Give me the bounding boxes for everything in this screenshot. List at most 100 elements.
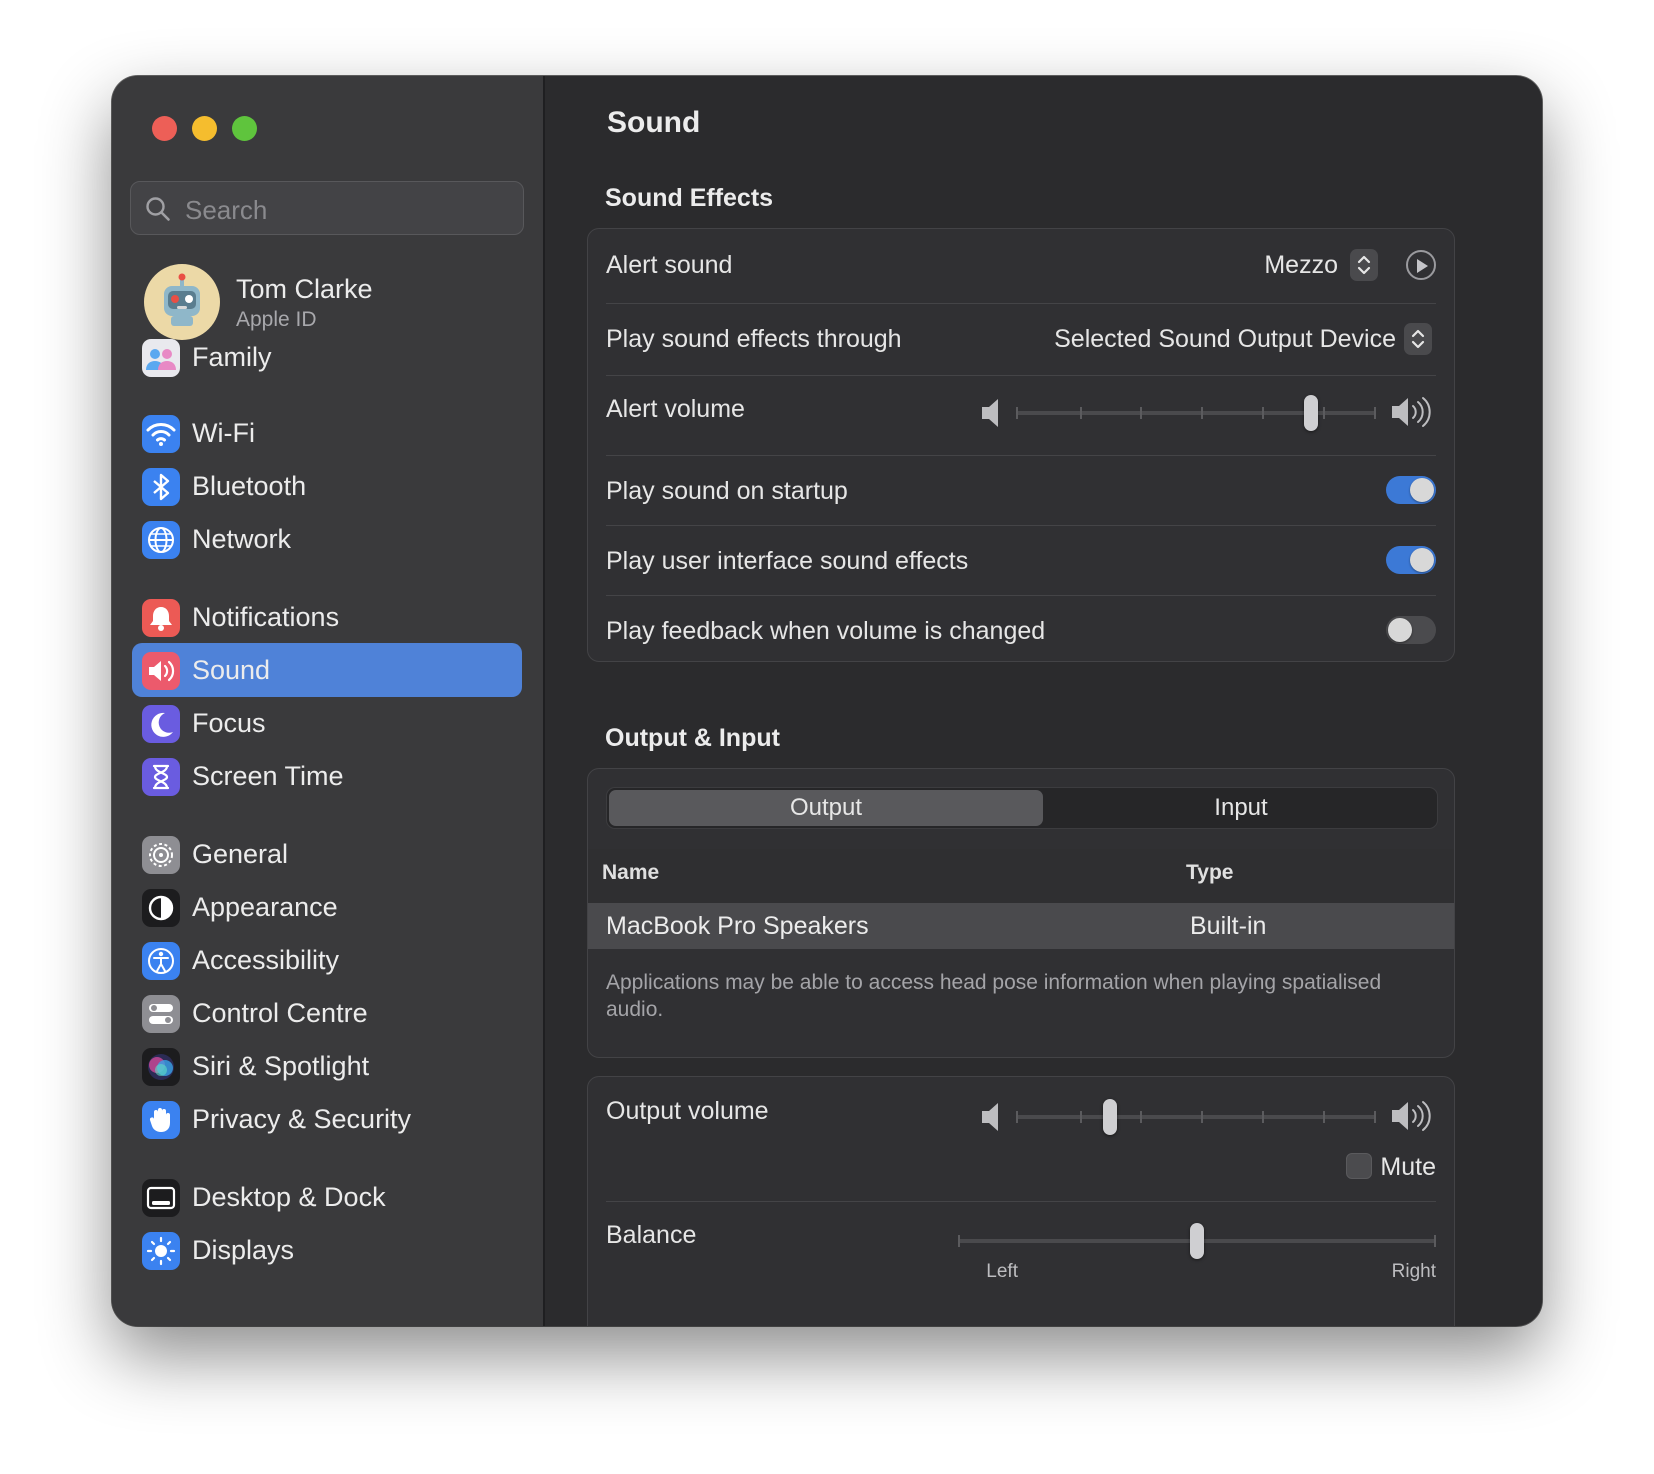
sidebar-label-accessibility: Accessibility — [192, 945, 340, 975]
balance-right-label: Right — [1391, 1261, 1436, 1282]
output-input-segmented-control: Output Input — [606, 787, 1438, 829]
column-name-header[interactable]: Name — [602, 861, 659, 885]
output-volume-slider[interactable] — [1016, 1099, 1376, 1135]
globe-icon — [142, 521, 180, 559]
wifi-icon — [142, 415, 180, 453]
tab-output[interactable]: Output — [609, 790, 1043, 826]
sidebar-item-focus[interactable]: Focus — [132, 696, 522, 750]
minimize-button[interactable] — [192, 116, 217, 141]
balance-row: Balance Left Right — [606, 1201, 1436, 1321]
sidebar-item-wifi[interactable]: Wi-Fi — [132, 406, 522, 460]
sidebar-item-family[interactable]: Family — [132, 330, 522, 384]
balance-slider[interactable] — [958, 1223, 1436, 1259]
ui-sounds-row: Play user interface sound effects — [606, 525, 1436, 596]
siri-icon — [142, 1048, 180, 1086]
play-through-label: Play sound effects through — [606, 325, 902, 353]
sidebar-item-appearance[interactable]: Appearance — [132, 880, 522, 934]
play-through-row: Play sound effects through Selected Soun… — [606, 303, 1436, 376]
family-icon — [142, 339, 180, 377]
startup-sound-toggle[interactable] — [1386, 476, 1436, 504]
speaker-icon — [142, 652, 180, 690]
sidebar-label-bluetooth: Bluetooth — [192, 471, 307, 501]
search-field[interactable]: Search — [130, 181, 524, 235]
mute-checkbox[interactable] — [1346, 1153, 1372, 1179]
sidebar-item-notifications[interactable]: Notifications — [132, 590, 522, 644]
balance-label: Balance — [606, 1221, 697, 1249]
alert-volume-label: Alert volume — [606, 395, 745, 423]
sidebar-item-accessibility[interactable]: Accessibility — [132, 933, 522, 987]
output-volume-row: Output volume Mute — [606, 1077, 1436, 1202]
device-name: MacBook Pro Speakers — [606, 912, 869, 940]
feedback-label: Play feedback when volume is changed — [606, 617, 1046, 645]
sun-icon — [142, 1232, 180, 1270]
feedback-toggle[interactable] — [1386, 616, 1436, 644]
volume-high-icon — [1392, 1101, 1431, 1131]
tab-input[interactable]: Input — [1047, 790, 1435, 826]
alert-volume-slider[interactable] — [1016, 395, 1376, 431]
hourglass-icon — [142, 758, 180, 796]
profile-subtitle: Apple ID — [236, 308, 317, 331]
play-through-value[interactable]: Selected Sound Output Device — [1054, 325, 1396, 354]
startup-sound-label: Play sound on startup — [606, 477, 848, 505]
page-title: Sound — [607, 106, 701, 139]
sidebar-label-screen-time: Screen Time — [192, 761, 344, 791]
sidebar-label-focus: Focus — [192, 708, 266, 738]
mute-label: Mute — [1380, 1153, 1436, 1181]
output-volume-thumb[interactable] — [1102, 1099, 1117, 1135]
zoom-button[interactable] — [232, 116, 257, 141]
sidebar-item-privacy-security[interactable]: Privacy & Security — [132, 1092, 522, 1146]
sidebar-item-bluetooth[interactable]: Bluetooth — [132, 459, 522, 513]
sidebar-item-network[interactable]: Network — [132, 512, 522, 566]
volume-group: Output volume Mute Balance Left Right — [587, 1076, 1455, 1326]
sidebar-item-control-centre[interactable]: Control Centre — [132, 986, 522, 1040]
spatial-audio-note: Applications may be able to access head … — [606, 971, 1382, 1021]
volume-low-icon — [982, 1103, 998, 1131]
output-input-group: Output Input Name Type MacBook Pro Speak… — [587, 768, 1455, 1058]
balance-thumb[interactable] — [1190, 1223, 1204, 1259]
alert-volume-thumb[interactable] — [1304, 395, 1319, 431]
sidebar-item-displays[interactable]: Displays — [132, 1223, 522, 1277]
sidebar-label-general: General — [192, 839, 289, 869]
profile-name: Tom Clarke — [236, 274, 373, 304]
hand-icon — [142, 1101, 180, 1139]
sidebar-item-sound[interactable]: Sound — [132, 643, 522, 697]
avatar — [144, 264, 220, 340]
sound-effects-group: Alert sound Mezzo Play sound effects thr… — [587, 228, 1455, 662]
play-alert-button[interactable] — [1406, 250, 1436, 280]
bluetooth-icon — [142, 468, 180, 506]
sidebar-label-control-centre: Control Centre — [192, 998, 368, 1028]
gear-icon — [142, 836, 180, 874]
sidebar-label-desktop-dock: Desktop & Dock — [192, 1182, 386, 1212]
system-settings-window: Search Tom Clarke Apple ID Family Wi-Fi … — [112, 76, 1542, 1326]
section-title-sound-effects: Sound Effects — [605, 184, 774, 212]
alert-sound-label: Alert sound — [606, 251, 733, 279]
play-icon — [1417, 259, 1428, 273]
alert-sound-popup-button[interactable] — [1350, 249, 1378, 281]
balance-left-label: Left — [986, 1261, 1018, 1282]
sidebar: Search Tom Clarke Apple ID Family Wi-Fi … — [112, 76, 545, 1326]
sidebar-label-privacy-security: Privacy & Security — [192, 1104, 412, 1134]
sidebar-item-general[interactable]: General — [132, 827, 522, 881]
startup-sound-row: Play sound on startup — [606, 455, 1436, 526]
appearance-icon — [142, 889, 180, 927]
device-table-header — [588, 849, 1454, 905]
table-row[interactable]: MacBook Pro Speakers Built-in — [588, 903, 1454, 949]
sidebar-item-siri-spotlight[interactable]: Siri & Spotlight — [132, 1039, 522, 1093]
close-button[interactable] — [152, 116, 177, 141]
sidebar-item-screen-time[interactable]: Screen Time — [132, 749, 522, 803]
column-type-header[interactable]: Type — [1186, 861, 1233, 885]
sidebar-label-notifications: Notifications — [192, 602, 340, 632]
volume-low-icon — [982, 399, 998, 427]
ui-sounds-toggle[interactable] — [1386, 546, 1436, 574]
search-placeholder: Search — [185, 195, 268, 225]
play-through-popup-button[interactable] — [1404, 323, 1432, 355]
alert-sound-value[interactable]: Mezzo — [1264, 251, 1338, 280]
sidebar-item-desktop-dock[interactable]: Desktop & Dock — [132, 1170, 522, 1224]
sidebar-label-network: Network — [192, 524, 292, 554]
sidebar-label-sound: Sound — [192, 655, 271, 685]
sidebar-label-siri-spotlight: Siri & Spotlight — [192, 1051, 370, 1081]
alert-volume-row: Alert volume — [606, 375, 1436, 456]
sidebar-label-displays: Displays — [192, 1235, 295, 1265]
main-pane: Sound Sound Effects Alert sound Mezzo Pl… — [545, 76, 1542, 1326]
chevron-updown-icon — [1357, 255, 1371, 275]
